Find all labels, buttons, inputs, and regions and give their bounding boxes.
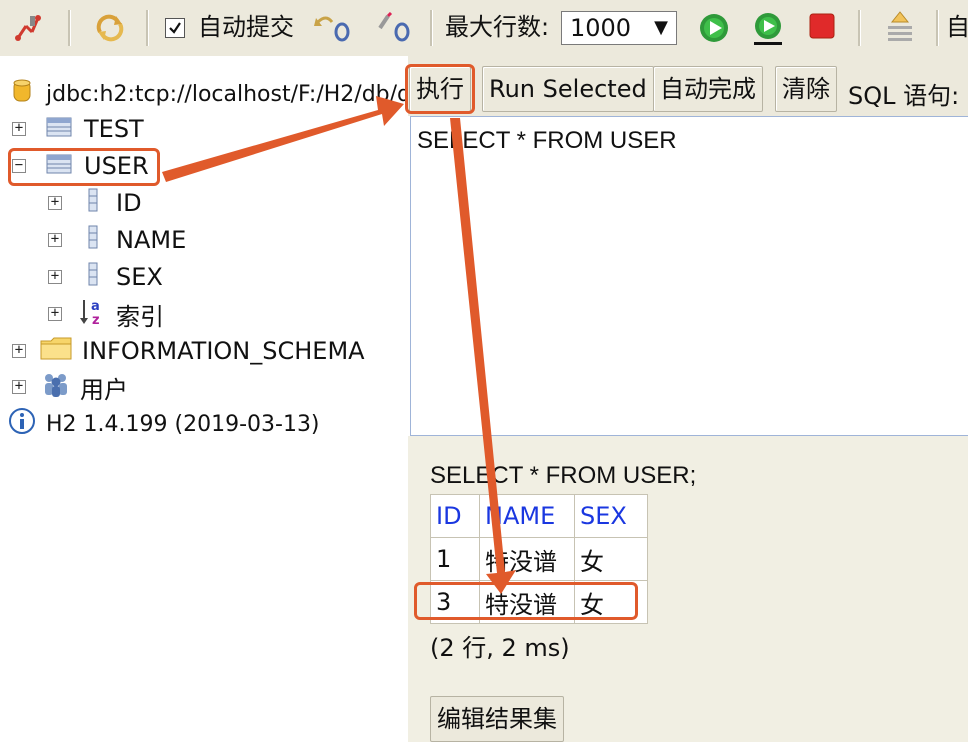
run-selected-icon[interactable] <box>750 10 786 48</box>
tree-node-information-schema[interactable]: + INFORMATION_SCHEMA <box>12 333 365 369</box>
expand-icon[interactable]: + <box>12 343 26 358</box>
tree-node-column-name[interactable]: + NAME <box>48 222 186 258</box>
expand-icon[interactable]: + <box>48 306 62 321</box>
tree-node-column-id[interactable]: + ID <box>48 185 142 221</box>
stop-icon[interactable] <box>808 12 836 40</box>
sql-statement-label: SQL 语句: <box>848 82 960 110</box>
result-meta: (2 行, 2 ms) <box>430 634 570 662</box>
version-info: H2 1.4.199 (2019-03-13) <box>8 406 320 442</box>
refresh-icon[interactable] <box>94 12 126 44</box>
version-text: H2 1.4.199 (2019-03-13) <box>46 411 320 437</box>
autocommit-label: 自动提交 <box>198 13 294 41</box>
column-icon <box>88 188 98 218</box>
database-icon <box>12 78 32 110</box>
cell: 特没谱 <box>479 537 575 581</box>
clear-button[interactable]: 清除 <box>775 66 837 112</box>
tree-node-label: SEX <box>116 263 163 291</box>
sort-az-icon: az <box>78 296 106 332</box>
tree-node-test[interactable]: + TEST <box>12 111 144 147</box>
autocomplete-button[interactable]: 自动完成 <box>653 66 763 112</box>
column-header-sex[interactable]: SEX <box>574 494 648 538</box>
dropdown-arrow-icon: ▼ <box>654 17 668 38</box>
tree-node-user[interactable]: − USER <box>12 148 149 184</box>
run-selected-button[interactable]: Run Selected <box>482 66 654 112</box>
max-rows-value: 1000 <box>570 14 632 42</box>
cell: 1 <box>430 537 480 581</box>
sql-editor[interactable]: SELECT * FROM USER <box>410 116 968 436</box>
tree-node-label: INFORMATION_SCHEMA <box>82 337 365 365</box>
expand-icon[interactable]: + <box>48 269 62 284</box>
result-table: ID NAME SEX 1 特没谱 女 3 特没谱 女 <box>430 494 648 624</box>
table-row: 3 特没谱 女 <box>430 580 648 624</box>
expand-icon[interactable]: + <box>48 232 62 247</box>
cell: 3 <box>430 580 480 624</box>
folder-icon <box>40 336 72 366</box>
rollback-icon[interactable] <box>314 12 350 42</box>
svg-text:a: a <box>91 299 100 314</box>
tree-node-label: 索引 <box>116 302 164 331</box>
svg-text:z: z <box>92 313 100 326</box>
result-header-row: ID NAME SEX <box>430 494 648 538</box>
expand-icon[interactable]: + <box>12 379 26 394</box>
collapse-icon[interactable]: − <box>12 158 26 173</box>
table-icon <box>46 115 72 143</box>
connection-node[interactable]: jdbc:h2:tcp://localhost/F:/H2/db/d <box>12 76 411 112</box>
autocommit-checkbox[interactable] <box>165 18 185 38</box>
connection-url: jdbc:h2:tcp://localhost/F:/H2/db/d <box>46 81 412 107</box>
column-header-id[interactable]: ID <box>430 494 480 538</box>
cell: 女 <box>574 537 648 581</box>
tree-node-label: 用户 <box>80 375 128 404</box>
tree-node-label: ID <box>116 189 142 217</box>
cell: 女 <box>574 580 648 624</box>
column-icon <box>88 262 98 292</box>
run-icon[interactable] <box>698 12 730 44</box>
tree-node-label: NAME <box>116 226 187 254</box>
tree-node-column-sex[interactable]: + SEX <box>48 259 163 295</box>
table-icon <box>46 152 72 180</box>
edit-result-set-button[interactable]: 编辑结果集 <box>430 696 564 742</box>
commit-icon[interactable] <box>376 12 412 42</box>
expand-icon[interactable]: + <box>48 195 62 210</box>
tree-node-label: USER <box>84 152 149 180</box>
info-icon <box>8 407 36 441</box>
cell: 特没谱 <box>479 580 575 624</box>
max-rows-select[interactable]: 1000 ▼ <box>561 11 677 45</box>
column-header-name[interactable]: NAME <box>479 494 575 538</box>
disconnect-icon[interactable] <box>12 12 44 44</box>
users-icon <box>42 371 70 403</box>
toolbar: 自动提交 最大行数: 1000 ▼ 自 <box>0 0 968 57</box>
max-rows-label: 最大行数: <box>445 13 550 41</box>
execute-button[interactable]: 执行 <box>409 66 471 112</box>
tree-node-indexes[interactable]: + az 索引 <box>48 296 164 332</box>
toolbar-overflow-label: 自 <box>946 13 968 41</box>
table-row: 1 特没谱 女 <box>430 537 648 581</box>
tree-node-label: TEST <box>84 115 144 143</box>
expand-icon[interactable]: + <box>12 121 26 136</box>
history-icon[interactable] <box>880 8 920 48</box>
result-sql: SELECT * FROM USER; <box>430 462 697 489</box>
column-icon <box>88 225 98 255</box>
sql-editor-text: SELECT * FROM USER <box>417 127 677 154</box>
tree-node-users[interactable]: + 用户 <box>12 369 128 405</box>
